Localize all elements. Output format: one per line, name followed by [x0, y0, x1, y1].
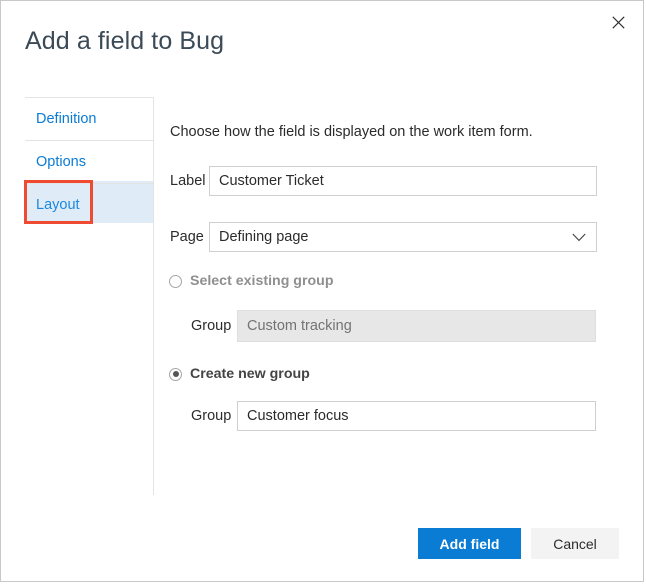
radio-label: Create new group — [190, 366, 310, 382]
existing-group-field-row: Group — [191, 310, 597, 342]
sidebar-item-label: Options — [36, 154, 86, 170]
add-field-button[interactable]: Add field — [418, 528, 521, 559]
page-field-row: Page Defining page — [170, 222, 597, 252]
new-group-label: Group — [191, 408, 232, 424]
page-title: Add a field to Bug — [25, 27, 225, 55]
new-group-input[interactable] — [237, 401, 596, 431]
radio-icon-unselected — [169, 274, 182, 288]
page-dropdown[interactable]: Defining page — [209, 222, 597, 252]
label-field-row: Label — [170, 166, 597, 196]
existing-group-label: Group — [191, 318, 232, 334]
sidebar-item-options[interactable]: Options — [25, 141, 153, 183]
cancel-button[interactable]: Cancel — [531, 528, 619, 559]
sidebar-item-definition[interactable]: Definition — [25, 98, 153, 140]
sidebar-item-layout[interactable]: Layout — [25, 184, 153, 226]
sidebar: Definition Options Layout — [25, 97, 153, 226]
radio-label: Select existing group — [190, 273, 334, 289]
intro-text: Choose how the field is displayed on the… — [170, 124, 533, 140]
close-icon — [611, 15, 625, 29]
label-input[interactable] — [209, 166, 597, 196]
sidebar-item-label: Definition — [36, 111, 97, 127]
new-group-field-row: Group — [191, 401, 597, 431]
panel-divider — [153, 97, 154, 495]
radio-create-new-group[interactable]: Create new group — [169, 366, 310, 382]
radio-icon-selected — [169, 367, 182, 381]
chevron-down-icon — [572, 223, 586, 251]
dialog-footer: Add field Cancel — [1, 497, 643, 581]
close-button[interactable] — [601, 7, 635, 37]
label-field-label: Label — [170, 173, 206, 189]
sidebar-item-label: Layout — [36, 197, 80, 213]
page-dropdown-value: Defining page — [219, 229, 309, 245]
page-field-label: Page — [170, 229, 204, 245]
add-field-dialog: Add a field to Bug Definition Options La… — [0, 0, 644, 582]
radio-select-existing-group[interactable]: Select existing group — [169, 273, 333, 289]
existing-group-input — [237, 310, 596, 342]
